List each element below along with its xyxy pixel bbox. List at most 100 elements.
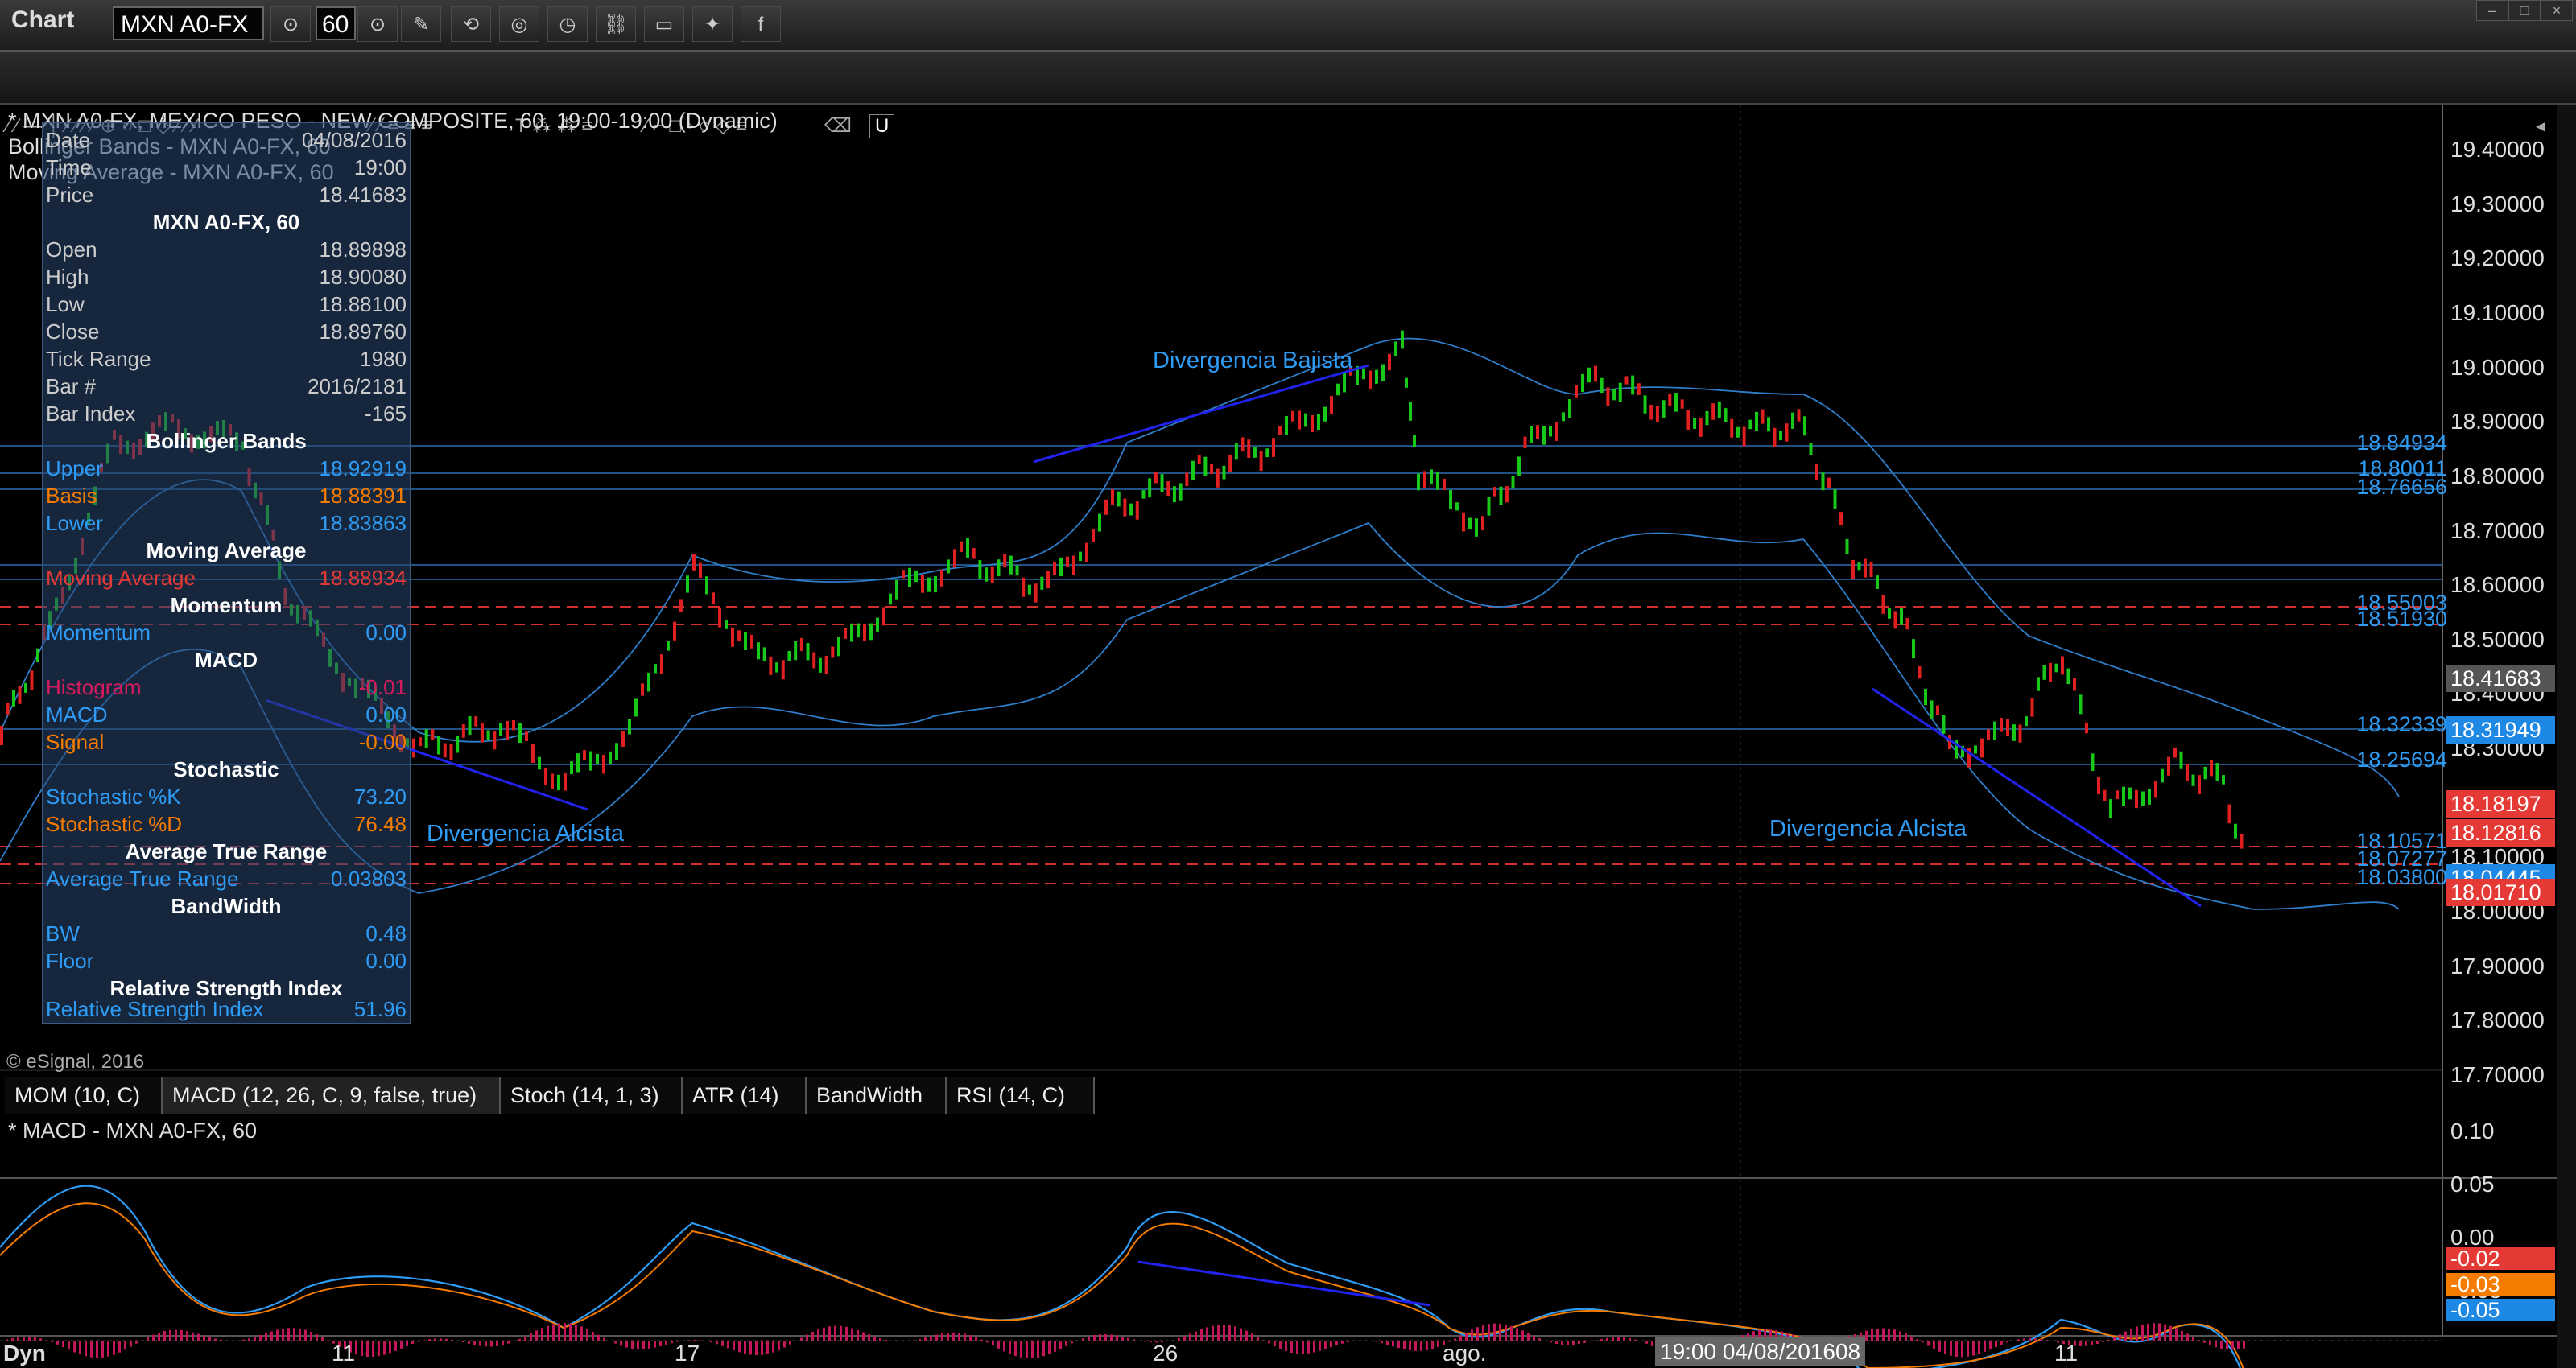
macd-tick: 0.10 [2450,1119,2495,1143]
candle [1581,373,1584,393]
candle [876,617,879,632]
price-tick: 18.70000 [2450,517,2545,543]
candle [927,577,931,592]
macd-histogram-bar [1397,1341,1400,1349]
macd-histogram-bar [1307,1341,1310,1354]
candle [889,593,892,605]
dw-rsi: 51.96 [353,997,407,1021]
refresh-icon[interactable]: ⟲ [451,6,491,42]
drawing-toolbar: ⁄ ⁄ — │ ⁄ ⁄ ⁄ ⁄ ⊕ ○ □ ◇ ⁄ ⁄ ⁄ ⁄ ⁄ ≡ ≡ ≡ … [0,52,2576,138]
macd-histogram-bar [1020,1341,1022,1358]
candle [1462,512,1465,532]
candle [947,559,950,574]
twitter-icon[interactable]: ✦ [692,6,733,42]
interval-dropdown-button[interactable]: ⊙ [357,6,398,42]
candle [2222,775,2225,785]
dw-upper: 18.92919 [319,456,407,480]
indicator-tab[interactable]: RSI (14, C) [947,1077,1095,1114]
candle [431,729,435,740]
macd-histogram-bar [2000,1341,2003,1345]
macd-histogram-bar [1296,1341,1298,1354]
macd-histogram-bar [434,1338,436,1341]
macd-histogram-bar [1420,1341,1422,1351]
macd-histogram-bar [1212,1325,1214,1341]
candle [1336,383,1340,396]
indicator-tab[interactable]: BandWidth [807,1077,947,1114]
close-icon[interactable]: × [2541,0,2573,21]
candle [1079,551,1082,562]
facebook-icon[interactable]: f [741,6,781,42]
candle [1253,447,1257,458]
candle [551,773,554,789]
candle [1852,559,1855,579]
macd-histogram-bar [1150,1341,1152,1343]
candle [2013,724,2016,741]
candle [576,753,580,773]
macd-histogram-bar [1927,1341,1930,1346]
candle [1330,396,1333,414]
indicator-tab[interactable]: ATR (14) [683,1077,807,1114]
chat-icon[interactable]: ▭ [644,6,684,42]
macd-histogram-bar [186,1331,188,1341]
macd-histogram-bar [1510,1325,1513,1341]
candle [737,630,741,641]
candle [486,730,490,740]
candle [1686,410,1690,430]
candle [2135,789,2138,809]
link-icon[interactable]: ⛓ [596,6,636,42]
candle [2116,790,2119,800]
target-icon[interactable]: ◎ [499,6,539,42]
macd-histogram-bar [1905,1333,1907,1341]
dw-time-label: Time [46,155,92,179]
dw-lower: 18.83863 [319,511,407,535]
symbol-input[interactable]: MXN A0-FX [113,6,264,40]
candle [2186,764,2189,781]
macd-histogram-bar [772,1341,774,1353]
crosshair-time: 19:00 04/08/2016 [1660,1339,1835,1364]
macd-histogram-bar [355,1341,357,1355]
indicator-tab[interactable]: MOM (10, C) [5,1077,163,1114]
candle [2179,751,2183,769]
clock-icon[interactable]: ◷ [547,6,588,42]
macd-histogram-bar [941,1333,943,1341]
macd-histogram-bar [203,1335,205,1341]
candle [1821,472,1825,491]
candle [1809,443,1813,455]
macd-histogram-bar [1200,1329,1203,1341]
symbol-dropdown-button[interactable]: ⊙ [270,6,311,42]
price-tick: 19.30000 [2450,191,2545,216]
macd-histogram-bar [265,1333,267,1341]
candle [718,608,721,628]
minimize-icon[interactable]: – [2476,0,2508,21]
dynamic-label[interactable]: Dyn [3,1341,46,1366]
macd-histogram-bar [1572,1341,1575,1345]
candle [787,650,791,661]
candle [1568,399,1571,418]
indicator-tab[interactable]: MACD (12, 26, C, 9, false, true) [163,1077,501,1114]
dw-bw-label: BW [46,921,80,946]
indicator-tab[interactable]: Stoch (14, 1, 3) [501,1077,683,1114]
candle [837,637,840,657]
macd-histogram-bar [811,1331,814,1341]
candle [2049,662,2052,682]
macd-histogram-bar [2141,1325,2144,1341]
dw-mom-header: Momentum [170,593,283,617]
macd-histogram-bar [276,1329,279,1341]
candle [2174,747,2177,758]
macd-histogram-bar [1048,1341,1051,1354]
candle [1191,460,1195,480]
macd-histogram-bar [575,1325,577,1341]
candle [1304,413,1307,427]
pencil-icon[interactable]: ✎ [401,6,441,42]
level-label: 18.76656 [2356,474,2447,499]
dw-floor-label: Floor [46,949,94,973]
candle [1893,611,1897,629]
interval-input[interactable]: 60 [316,6,356,40]
macd-histogram-bar [1426,1341,1428,1350]
macd-histogram-bar [2215,1341,2217,1348]
maximize-icon[interactable]: □ [2508,0,2541,21]
dw-bw: 0.48 [365,921,407,946]
vertical-scrollbar[interactable] [2557,105,2576,1368]
candle [2025,716,2028,727]
macd-histogram-bar [321,1337,324,1341]
